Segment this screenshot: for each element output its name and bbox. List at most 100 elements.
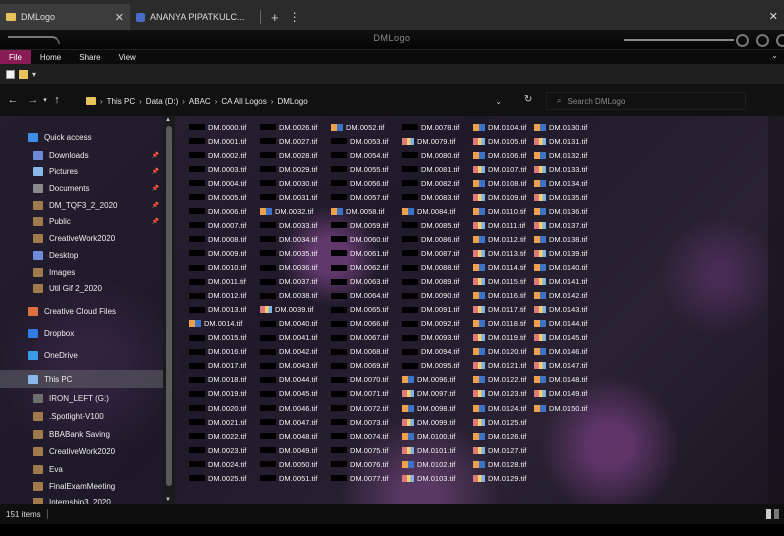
file-item[interactable]: DM.0065.tif	[331, 304, 388, 316]
file-item[interactable]: DM.0010.tif	[189, 262, 246, 274]
ribbon-tab-share[interactable]: Share	[70, 50, 109, 64]
file-item[interactable]: DM.0112.tif	[473, 233, 526, 245]
file-item[interactable]: DM.0135.tif	[534, 191, 587, 203]
file-item[interactable]: DM.0089.tif	[402, 276, 459, 288]
file-item[interactable]: DM.0023.tif	[189, 444, 246, 456]
file-item[interactable]: DM.0097.tif	[402, 388, 455, 400]
file-item[interactable]: DM.0004.tif	[189, 177, 246, 189]
file-item[interactable]: DM.0037.tif	[260, 276, 317, 288]
file-item[interactable]: DM.0032.tif	[260, 205, 313, 217]
file-item[interactable]: DM.0149.tif	[534, 388, 587, 400]
close-button[interactable]	[776, 34, 784, 47]
file-item[interactable]: DM.0134.tif	[534, 177, 587, 189]
file-item[interactable]: DM.0074.tif	[331, 430, 388, 442]
file-item[interactable]: DM.0014.tif	[189, 318, 242, 330]
file-item[interactable]: DM.0060.tif	[331, 233, 388, 245]
file-item[interactable]: DM.0122.tif	[473, 374, 526, 386]
file-item[interactable]: DM.0126.tif	[473, 430, 526, 442]
file-item[interactable]: DM.0040.tif	[260, 318, 317, 330]
nav-item[interactable]: CreativeWork2020	[0, 229, 165, 247]
file-item[interactable]: DM.0081.tif	[402, 163, 459, 175]
file-item[interactable]: DM.0017.tif	[189, 360, 246, 372]
file-item[interactable]: DM.0052.tif	[331, 121, 384, 133]
file-item[interactable]: DM.0020.tif	[189, 402, 246, 414]
file-item[interactable]: DM.0118.tif	[473, 318, 526, 330]
file-item[interactable]: DM.0049.tif	[260, 444, 317, 456]
nav-item[interactable]: CreativeWork2020	[0, 442, 165, 460]
file-item[interactable]: DM.0072.tif	[331, 402, 388, 414]
file-item[interactable]: DM.0096.tif	[402, 374, 455, 386]
file-item[interactable]: DM.0105.tif	[473, 135, 526, 147]
file-item[interactable]: DM.0083.tif	[402, 191, 459, 203]
file-item[interactable]: DM.0068.tif	[331, 346, 388, 358]
file-item[interactable]: DM.0045.tif	[260, 388, 317, 400]
file-item[interactable]: DM.0062.tif	[331, 262, 388, 274]
file-item[interactable]: DM.0146.tif	[534, 346, 587, 358]
file-item[interactable]: DM.0150.tif	[534, 402, 587, 414]
file-item[interactable]: DM.0085.tif	[402, 219, 459, 231]
file-item[interactable]: DM.0103.tif	[402, 472, 455, 484]
file-item[interactable]: DM.0147.tif	[534, 360, 587, 372]
file-item[interactable]: DM.0141.tif	[534, 276, 587, 288]
nav-item[interactable]: Pictures 📌	[0, 162, 165, 180]
nav-item[interactable]: IRON_LEFT (G:)	[0, 389, 165, 407]
file-item[interactable]: DM.0055.tif	[331, 163, 388, 175]
file-item[interactable]: DM.0031.tif	[260, 191, 317, 203]
file-item[interactable]: DM.0041.tif	[260, 332, 317, 344]
breadcrumb-data-drive[interactable]: Data (D:)	[143, 97, 181, 106]
file-item[interactable]: DM.0106.tif	[473, 149, 526, 161]
file-item[interactable]: DM.0067.tif	[331, 332, 388, 344]
file-item[interactable]: DM.0139.tif	[534, 247, 587, 259]
file-item[interactable]: DM.0000.tif	[189, 121, 246, 133]
file-item[interactable]: DM.0073.tif	[331, 416, 388, 428]
refresh-icon[interactable]: ↻	[524, 94, 532, 105]
customize-toolbar-icon[interactable]: ▾	[32, 70, 36, 79]
file-item[interactable]: DM.0145.tif	[534, 332, 587, 344]
file-item[interactable]: DM.0050.tif	[260, 458, 317, 470]
file-item[interactable]: DM.0051.tif	[260, 472, 317, 484]
file-item[interactable]: DM.0039.tif	[260, 304, 313, 316]
file-item[interactable]: DM.0084.tif	[402, 205, 455, 217]
file-item[interactable]: DM.0066.tif	[331, 318, 388, 330]
file-item[interactable]: DM.0132.tif	[534, 149, 587, 161]
file-item[interactable]: DM.0070.tif	[331, 374, 388, 386]
file-item[interactable]: DM.0113.tif	[473, 247, 526, 259]
file-item[interactable]: DM.0042.tif	[260, 346, 317, 358]
new-folder-icon[interactable]	[19, 69, 28, 79]
file-item[interactable]: DM.0054.tif	[331, 149, 388, 161]
file-item[interactable]: DM.0029.tif	[260, 163, 317, 175]
file-item[interactable]: DM.0119.tif	[473, 332, 526, 344]
file-item[interactable]: DM.0079.tif	[402, 135, 455, 147]
close-tab-icon[interactable]: ✕	[115, 11, 124, 24]
file-item[interactable]: DM.0144.tif	[534, 318, 587, 330]
file-item[interactable]: DM.0129.tif	[473, 472, 526, 484]
maximize-button[interactable]	[756, 34, 769, 47]
file-item[interactable]: DM.0036.tif	[260, 262, 317, 274]
breadcrumb-dmlogo[interactable]: DMLogo	[274, 97, 310, 106]
nav-item[interactable]: .Spotlight-V100	[0, 407, 165, 425]
file-item[interactable]: DM.0092.tif	[402, 318, 459, 330]
nav-item[interactable]: Desktop	[0, 246, 165, 264]
file-item[interactable]: DM.0027.tif	[260, 135, 317, 147]
file-item[interactable]: DM.0121.tif	[473, 360, 526, 372]
scroll-up-icon[interactable]: ▲	[165, 117, 171, 123]
file-item[interactable]: DM.0131.tif	[534, 135, 587, 147]
file-item[interactable]: DM.0090.tif	[402, 290, 459, 302]
file-item[interactable]: DM.0007.tif	[189, 219, 246, 231]
file-item[interactable]: DM.0015.tif	[189, 332, 246, 344]
file-item[interactable]: DM.0019.tif	[189, 388, 246, 400]
file-item[interactable]: DM.0046.tif	[260, 402, 317, 414]
file-item[interactable]: DM.0095.tif	[402, 360, 459, 372]
file-item[interactable]: DM.0102.tif	[402, 458, 455, 470]
file-item[interactable]: DM.0043.tif	[260, 360, 317, 372]
address-bar[interactable]: › This PC › Data (D:) › ABAC › CA All Lo…	[86, 92, 520, 110]
file-item[interactable]: DM.0006.tif	[189, 205, 246, 217]
file-item[interactable]: DM.0003.tif	[189, 163, 246, 175]
file-item[interactable]: DM.0108.tif	[473, 177, 526, 189]
nav-item[interactable]: Quick access	[0, 128, 165, 146]
file-item[interactable]: DM.0148.tif	[534, 374, 587, 386]
file-item[interactable]: DM.0053.tif	[331, 135, 388, 147]
nav-item[interactable]: Public 📌	[0, 212, 165, 230]
file-item[interactable]: DM.0030.tif	[260, 177, 317, 189]
file-item[interactable]: DM.0012.tif	[189, 290, 246, 302]
